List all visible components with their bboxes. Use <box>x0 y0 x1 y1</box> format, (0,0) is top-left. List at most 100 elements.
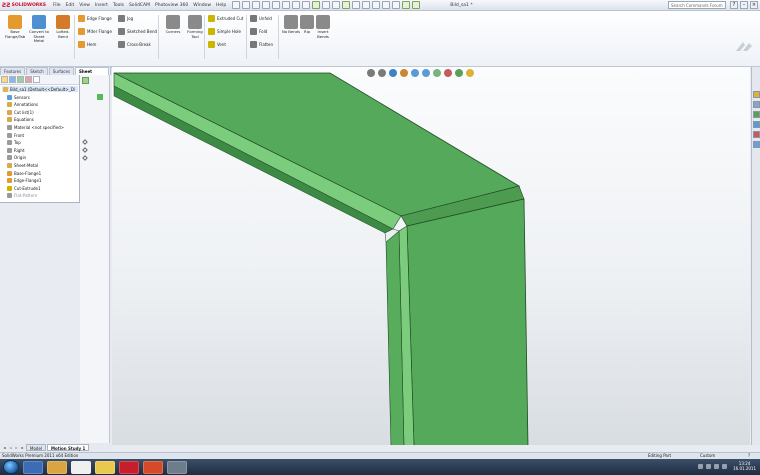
simple-hole-button[interactable]: Simple Hole <box>208 28 241 35</box>
tree-item[interactable]: Front <box>7 132 24 138</box>
line-icon[interactable] <box>352 1 361 9</box>
convert-button[interactable]: Convert to Sheet Metal <box>28 15 50 44</box>
print-icon[interactable] <box>262 1 271 9</box>
tree-item[interactable]: Right <box>7 147 25 153</box>
tree-item[interactable]: Edge-Flange1 <box>7 178 41 184</box>
corners-button[interactable]: Corners <box>162 15 184 35</box>
fold-button[interactable]: Fold <box>250 28 267 35</box>
tray-volume-icon[interactable] <box>714 463 720 469</box>
menu-edit[interactable]: Edit <box>66 3 75 8</box>
unfold-button[interactable]: Unfold <box>250 15 272 22</box>
hide-show-icon[interactable] <box>82 155 88 161</box>
taskbar-folder-icon[interactable] <box>95 460 115 474</box>
hide-show-icon[interactable] <box>82 147 88 153</box>
minimize-icon[interactable]: – <box>740 1 748 9</box>
start-button[interactable] <box>3 460 19 474</box>
appearances-icon[interactable] <box>753 131 760 138</box>
vent-button[interactable]: Vent <box>208 41 226 48</box>
select-icon[interactable] <box>282 1 291 9</box>
menu-view[interactable]: View <box>79 3 90 8</box>
menu-solidcam[interactable]: SolidCAM <box>129 3 150 8</box>
rectangle-icon[interactable] <box>362 1 371 9</box>
circle-icon[interactable] <box>372 1 381 9</box>
mirror-icon[interactable] <box>402 1 411 9</box>
jog-button[interactable]: Jog <box>118 15 133 22</box>
tree-item[interactable]: Sensors <box>7 94 30 100</box>
tree-item[interactable]: Cut list(1) <box>7 109 34 115</box>
menu-help[interactable]: Help <box>216 3 226 8</box>
undo-icon[interactable] <box>272 1 281 9</box>
cross-break-button[interactable]: Cross-Break <box>118 41 151 48</box>
save-icon[interactable] <box>252 1 261 9</box>
tree-item[interactable]: Base-Flange1 <box>7 170 41 176</box>
hem-button[interactable]: Hem <box>78 41 96 48</box>
design-library-icon[interactable] <box>753 101 760 108</box>
tree-item[interactable]: Flat-Pattern <box>7 193 37 199</box>
file-explorer-icon[interactable] <box>753 111 760 118</box>
tray-network-icon[interactable] <box>706 463 712 469</box>
help-icon[interactable]: ? <box>730 1 738 9</box>
custom-properties-icon[interactable] <box>753 141 760 148</box>
sketch-icon[interactable] <box>312 1 321 9</box>
taskbar-tool-icon[interactable] <box>167 460 187 474</box>
tray-arrow-icon[interactable] <box>698 463 704 469</box>
insert-bends-button[interactable]: Insert Bends <box>312 15 334 39</box>
tree-item[interactable]: Top <box>7 140 21 146</box>
clock[interactable]: 13:24 16.01.2011 <box>733 461 756 471</box>
smart-dimension-icon[interactable] <box>342 1 351 9</box>
feature-manager-tab-icon[interactable] <box>1 76 8 83</box>
forming-tool-button[interactable]: Forming Tool <box>184 15 206 39</box>
tree-item[interactable]: Annotations <box>7 102 38 108</box>
menu-window[interactable]: Window <box>193 3 211 8</box>
zoom-icon[interactable] <box>332 1 341 9</box>
rebuild-icon[interactable] <box>292 1 301 9</box>
taskbar-explorer-icon[interactable] <box>47 460 67 474</box>
taskbar-app-icon[interactable] <box>143 460 163 474</box>
graphics-area[interactable] <box>112 67 750 445</box>
menu-insert[interactable]: Insert <box>95 3 108 8</box>
assembly-icon[interactable] <box>412 1 421 9</box>
tree-item[interactable]: Equations <box>7 117 34 123</box>
flatten-button[interactable]: Flatten <box>250 41 273 48</box>
spline-icon[interactable] <box>392 1 401 9</box>
arc-icon[interactable] <box>382 1 391 9</box>
dimxpert-manager-tab-icon[interactable] <box>25 76 32 83</box>
menu-tools[interactable]: Tools <box>113 3 124 8</box>
tab-sketch[interactable]: Sketch <box>26 67 48 75</box>
new-document-icon[interactable] <box>232 1 241 9</box>
base-flange-button[interactable]: Base Flange/Tab <box>4 15 26 39</box>
tab-scroll-first-icon[interactable]: ◂ <box>2 445 7 451</box>
tab-scroll-last-icon[interactable]: ▸ <box>20 445 25 451</box>
taskbar-solidworks-icon[interactable] <box>119 460 139 474</box>
taskbar-ie-icon[interactable] <box>23 460 43 474</box>
extruded-cut-button[interactable]: Extruded Cut <box>208 15 243 22</box>
tab-features[interactable]: Features <box>0 67 26 75</box>
open-icon[interactable] <box>242 1 251 9</box>
search-commands-input[interactable]: Search Commands Forum <box>668 1 726 9</box>
solidworks-resources-icon[interactable] <box>753 91 760 98</box>
tab-scroll-prev-icon[interactable]: ◃ <box>8 445 13 451</box>
lofted-bend-button[interactable]: Lofted-Bend <box>52 15 74 39</box>
configuration-manager-tab-icon[interactable] <box>17 76 24 83</box>
tab-sheet-metal[interactable]: Sheet Metal <box>75 67 109 81</box>
tree-item[interactable]: Cut-Extrude1 <box>7 185 41 191</box>
display-manager-tab-icon[interactable] <box>33 76 40 83</box>
tab-surfaces[interactable]: Surfaces <box>48 67 75 75</box>
edge-flange-button[interactable]: Edge Flange <box>78 15 112 22</box>
display-pane-icon[interactable] <box>82 77 89 84</box>
solidworks-logo[interactable]: ƧƧ SOLIDWORKS <box>2 1 48 10</box>
sketched-bend-button[interactable]: Sketched Bend <box>118 28 157 35</box>
property-manager-tab-icon[interactable] <box>9 76 16 83</box>
menu-photoview-360[interactable]: Photoview 360 <box>155 3 188 8</box>
tab-scroll-next-icon[interactable]: ▹ <box>14 445 19 451</box>
view-palette-icon[interactable] <box>753 121 760 128</box>
options-icon[interactable] <box>302 1 311 9</box>
tree-item[interactable]: Sheet-Metal <box>7 163 38 168</box>
hide-show-icon[interactable] <box>82 139 88 145</box>
tray-flag-icon[interactable] <box>722 463 728 469</box>
view-icon[interactable] <box>322 1 331 9</box>
close-icon[interactable]: × <box>750 1 758 9</box>
sheet-tab-motion-study-1[interactable]: Motion Study 1 <box>47 444 90 451</box>
tree-item[interactable]: Material <not specified> <box>7 125 64 130</box>
menu-file[interactable]: File <box>53 3 61 8</box>
